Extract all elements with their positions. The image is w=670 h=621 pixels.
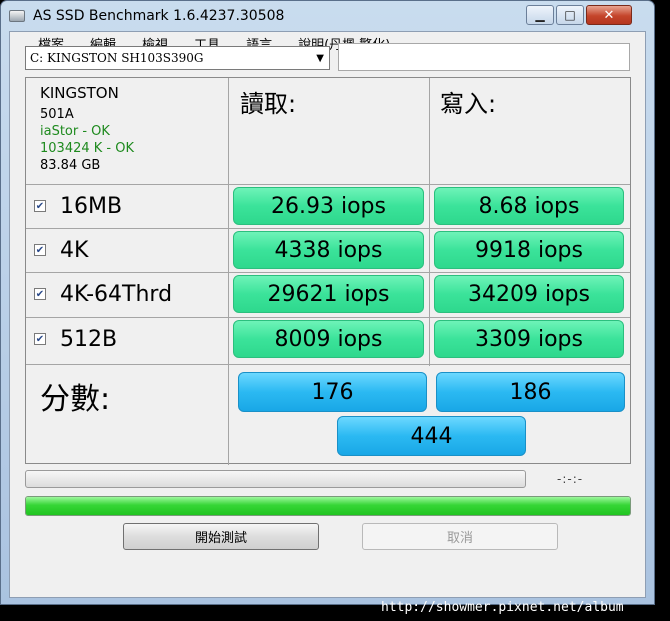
result-write-16mb: 8.68 iops [434, 187, 624, 225]
checkbox-4k-64thrd[interactable]: ✔ [34, 288, 46, 300]
start-button[interactable]: 開始測試 [123, 523, 319, 550]
window-title: AS SSD Benchmark 1.6.4237.30508 [33, 8, 285, 24]
maximize-icon: □ [564, 8, 576, 22]
checkbox-512b[interactable]: ✔ [34, 333, 46, 345]
drive-name: KINGSTON [40, 84, 119, 102]
checkmark-icon: ✔ [35, 244, 45, 256]
grid-divider [429, 78, 430, 366]
checkmark-icon: ✔ [35, 288, 45, 300]
elapsed-time: -:-:- [557, 472, 584, 486]
checkbox-16mb[interactable]: ✔ [34, 200, 46, 212]
drive-size: 83.84 GB [40, 158, 101, 173]
drive-info-field[interactable] [338, 43, 630, 71]
score-write: 186 [436, 372, 625, 412]
drive-info: KINGSTON 501A iaStor - OK 103424 K - OK … [40, 85, 134, 174]
drive-app-icon [9, 10, 25, 22]
title-bar[interactable]: AS SSD Benchmark 1.6.4237.30508 ▁ □ ✕ [1, 1, 654, 31]
grid-divider [26, 228, 630, 229]
grid-divider [26, 184, 630, 185]
task-progress-bar [25, 470, 526, 488]
test-row-4k: ✔ 4K [34, 230, 88, 270]
checkmark-icon: ✔ [35, 333, 45, 345]
close-icon: ✕ [603, 7, 615, 23]
test-label: 4K [60, 237, 89, 263]
test-row-16mb: ✔ 16MB [34, 186, 122, 226]
cancel-button[interactable]: 取消 [362, 523, 558, 550]
alignment-status: 103424 K - OK [40, 141, 134, 156]
overall-progress-bar [25, 496, 631, 516]
watermark-url: http://showmer.pixnet.net/album [381, 600, 624, 615]
result-read-512b: 8009 iops [233, 320, 424, 358]
write-header: 寫入: [440, 90, 497, 118]
test-row-4k-64thrd: ✔ 4K-64Thrd [34, 274, 172, 314]
drive-select[interactable]: C: KINGSTON SH103S390G ▼ [25, 46, 330, 70]
grid-divider [26, 272, 630, 273]
test-label: 16MB [60, 193, 123, 219]
grid-divider [26, 364, 630, 365]
result-write-4k-64thrd: 34209 iops [434, 275, 624, 313]
result-write-512b: 3309 iops [434, 320, 624, 358]
grid-divider [26, 317, 630, 318]
dropdown-arrow-icon: ▼ [316, 53, 324, 64]
drive-select-value: C: KINGSTON SH103S390G [30, 51, 204, 65]
checkbox-4k[interactable]: ✔ [34, 244, 46, 256]
maximize-button[interactable]: □ [556, 5, 584, 25]
close-button[interactable]: ✕ [586, 5, 632, 25]
score-label: 分數: [40, 382, 111, 417]
score-total: 444 [337, 416, 526, 456]
test-row-512b: ✔ 512B [34, 319, 117, 359]
result-read-4k-64thrd: 29621 iops [233, 275, 424, 313]
result-write-4k: 9918 iops [434, 231, 624, 269]
results-grid: KINGSTON 501A iaStor - OK 103424 K - OK … [25, 77, 631, 465]
overall-progress-fill [26, 497, 630, 515]
result-read-4k: 4338 iops [233, 231, 424, 269]
test-label: 512B [60, 326, 118, 352]
minimize-button[interactable]: ▁ [526, 5, 554, 25]
minimize-icon: ▁ [535, 8, 545, 22]
drive-firmware: 501A [40, 107, 74, 122]
read-header: 讀取: [240, 90, 297, 118]
driver-status: iaStor - OK [40, 124, 110, 139]
test-label: 4K-64Thrd [60, 281, 173, 307]
score-read: 176 [238, 372, 427, 412]
result-read-16mb: 26.93 iops [233, 187, 424, 225]
checkmark-icon: ✔ [35, 200, 45, 212]
app-window: AS SSD Benchmark 1.6.4237.30508 ▁ □ ✕ 檔案… [0, 0, 655, 605]
